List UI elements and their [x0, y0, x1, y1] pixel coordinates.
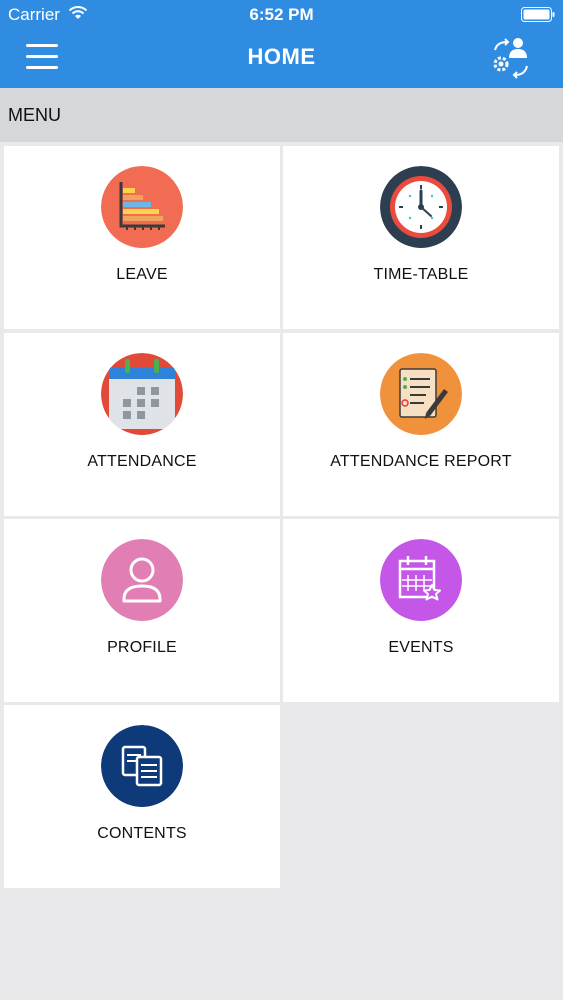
menu-item-label: ATTENDANCE: [87, 453, 197, 470]
menu-item-events[interactable]: EVENTS: [283, 519, 559, 702]
menu-item-label: CONTENTS: [97, 825, 187, 842]
menu-item-attendance-report[interactable]: ATTENDANCE REPORT: [283, 333, 559, 516]
menu-item-attendance[interactable]: ATTENDANCE: [4, 333, 280, 516]
menu-section-header: MENU: [0, 88, 563, 142]
menu-item-label: TIME-TABLE: [373, 266, 469, 283]
section-label: MENU: [8, 105, 61, 125]
profile-icon: [101, 539, 183, 621]
app-header: Carrier 6:52 PM HOME: [0, 0, 563, 88]
hamburger-icon-bar: [26, 55, 58, 58]
events-calendar-icon: [380, 539, 462, 621]
calendar-icon: [101, 353, 183, 435]
menu-item-label: PROFILE: [107, 639, 177, 656]
switch-user-icon[interactable]: [487, 34, 535, 80]
menu-item-label: ATTENDANCE REPORT: [330, 453, 512, 470]
clock-time: 6:52 PM: [249, 5, 314, 24]
menu-item-label: EVENTS: [388, 639, 454, 656]
menu-item-leave[interactable]: LEAVE: [4, 146, 280, 329]
nav-bar: HOME: [0, 30, 563, 88]
hamburger-icon-bar: [26, 66, 58, 69]
leave-chart-icon: [101, 166, 183, 248]
contents-icon: [101, 725, 183, 807]
battery-icon: [521, 7, 555, 22]
menu-item-label: LEAVE: [116, 266, 168, 283]
menu-item-contents[interactable]: CONTENTS: [4, 705, 280, 888]
status-bar: Carrier 6:52 PM: [0, 0, 563, 30]
clock-icon: [380, 166, 462, 248]
hamburger-icon: [26, 44, 58, 47]
page-title: HOME: [247, 44, 316, 69]
report-icon: [380, 353, 462, 435]
menu-item-time-table[interactable]: TIME-TABLE: [283, 146, 559, 329]
menu-item-profile[interactable]: PROFILE: [4, 519, 280, 702]
menu-button[interactable]: [24, 42, 60, 72]
